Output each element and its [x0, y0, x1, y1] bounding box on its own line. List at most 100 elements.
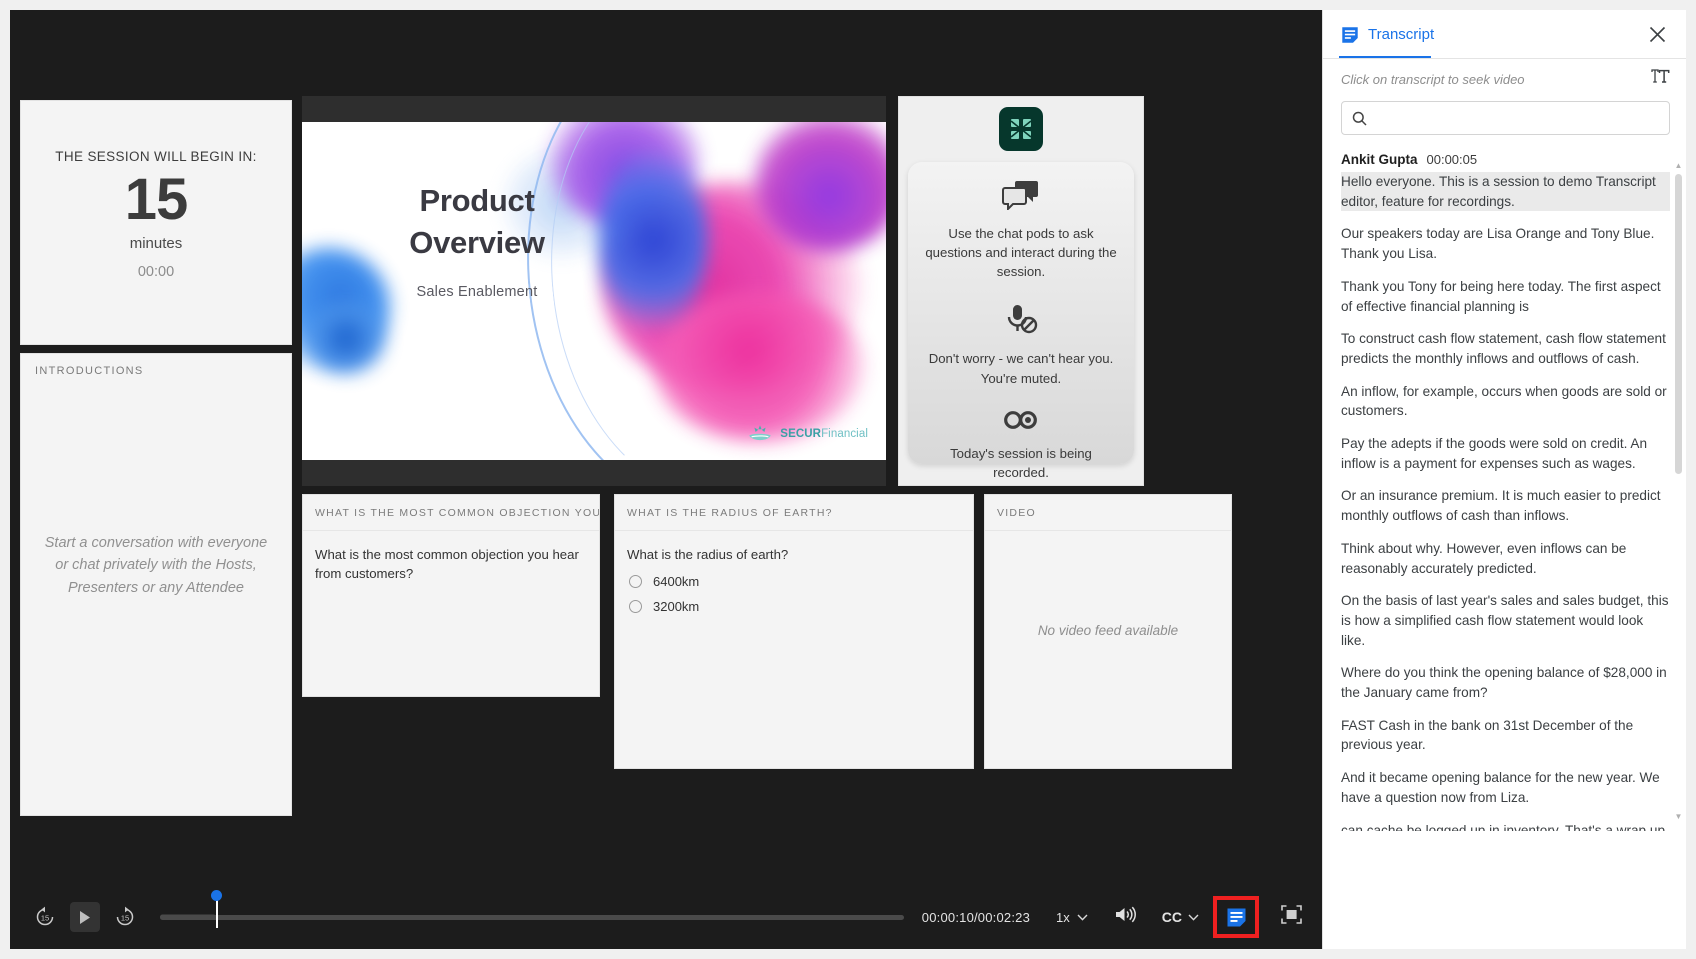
text-format-icon[interactable]	[1651, 68, 1670, 90]
tab-transcript[interactable]: Transcript	[1341, 10, 1434, 59]
playhead-marker	[215, 898, 218, 928]
video-pod: VIDEO No video feed available	[984, 494, 1232, 769]
slide-share-pod: Product Overview Sales Enablement SECURF	[302, 96, 886, 486]
countdown-unit: minutes	[129, 234, 183, 252]
rewind-15-button[interactable]: 15	[32, 904, 58, 930]
fullscreen-icon	[1281, 905, 1302, 924]
scroll-down-arrow-icon[interactable]: ▼	[1674, 811, 1683, 821]
recording-icon	[1001, 410, 1041, 435]
toggle-transcript-button[interactable]	[1213, 896, 1259, 938]
info-text-chat: Use the chat pods to ask questions and i…	[925, 226, 1117, 280]
poll2-option-2[interactable]: 3200km	[615, 589, 973, 614]
info-text-recording: Today's session is being recorded.	[950, 445, 1092, 480]
transcript-cue[interactable]: Pay the adepts if the goods were sold on…	[1341, 434, 1670, 473]
transcript-scrollbar[interactable]: ▲ ▼	[1674, 160, 1683, 821]
video-pod-header: VIDEO	[985, 495, 1231, 531]
speaker-name: Ankit Gupta	[1341, 152, 1418, 167]
svg-text:15: 15	[121, 914, 129, 923]
countdown-number: 15	[124, 167, 189, 232]
transcript-cue[interactable]: Hello everyone. This is a session to dem…	[1341, 172, 1670, 212]
scroll-up-arrow-icon[interactable]: ▲	[1674, 160, 1683, 170]
chat-empty-message: Start a conversation with everyone or ch…	[44, 535, 268, 596]
transcript-cue[interactable]: Where do you think the opening balance o…	[1341, 663, 1670, 702]
speaker-timestamp: 00:00:05	[1426, 152, 1478, 167]
fullscreen-button[interactable]	[1281, 905, 1302, 929]
radio-button-icon[interactable]	[629, 600, 642, 614]
info-block-recording: Today's session is being recorded.	[908, 410, 1134, 482]
progress-track[interactable]	[160, 914, 904, 920]
transcript-icon	[1342, 26, 1358, 43]
microphone-muted-icon	[1002, 303, 1040, 340]
ink-blue-left-2	[306, 304, 386, 374]
session-info-pod: Use the chat pods to ask questions and i…	[898, 96, 1144, 486]
poll2-option-1[interactable]: 6400km	[615, 564, 973, 589]
time-display: 00:00:10/00:02:23	[921, 909, 1031, 925]
chevron-down-icon	[1077, 914, 1088, 921]
session-info-card: Use the chat pods to ask questions and i…	[908, 162, 1134, 480]
transcript-cue[interactable]: To construct cash flow statement, cash f…	[1341, 329, 1670, 368]
close-icon	[1649, 26, 1665, 43]
transcript-cue[interactable]: Think about why. However, even inflows c…	[1341, 539, 1670, 578]
video-empty-message: No video feed available	[1037, 623, 1179, 638]
search-icon	[1352, 111, 1367, 126]
svg-text:15: 15	[41, 914, 49, 923]
poll-pod-objection: WHAT IS THE MOST COMMON OBJECTION YOU HE…	[302, 494, 600, 697]
radio-button-icon[interactable]	[629, 575, 642, 589]
poll-pod-radius: WHAT IS THE RADIUS OF EARTH? What is the…	[614, 494, 974, 769]
progress-bar[interactable]	[160, 890, 904, 932]
playhead-handle[interactable]	[211, 890, 223, 901]
chat-bubbles-icon	[1002, 180, 1040, 215]
chat-pod: INTRODUCTIONS Start a conversation with …	[20, 353, 292, 816]
volume-icon	[1115, 906, 1136, 923]
transcript-search-box[interactable]	[1341, 101, 1670, 135]
slide-bottom-bar	[302, 460, 886, 486]
transcript-cue[interactable]: And it became opening balance for the ne…	[1341, 768, 1670, 807]
playback-speed-selector[interactable]: 1x	[1056, 910, 1088, 925]
transcript-cue[interactable]: FAST Cash in the bank on 31st December o…	[1341, 716, 1670, 755]
info-block-mute: Don't worry - we can't hear you. You're …	[908, 303, 1134, 387]
progress-fill	[160, 914, 216, 920]
forward-15-button[interactable]: 15	[112, 904, 138, 930]
poll2-option-1-label: 6400km	[653, 574, 700, 590]
poll1-question: What is the most common objection you he…	[315, 547, 579, 582]
transcript-cue[interactable]: can cache be logged up in inventory. Tha…	[1341, 821, 1670, 831]
meeting-stage: THE SESSION WILL BEGIN IN: 15 minutes 00…	[10, 88, 1322, 828]
countdown-clock: 00:00	[137, 263, 175, 280]
info-text-mute: Don't worry - we can't hear you. You're …	[928, 351, 1114, 386]
poll2-header: WHAT IS THE RADIUS OF EARTH?	[615, 495, 973, 531]
poll2-question: What is the radius of earth?	[627, 547, 789, 562]
closed-captions-selector[interactable]: CC	[1162, 909, 1199, 925]
play-icon	[80, 910, 90, 924]
close-panel-button[interactable]	[1642, 20, 1672, 50]
leaf-logo-icon	[749, 425, 772, 441]
secur-financial-wordmark: SECURFinancial	[780, 428, 868, 440]
transcript-cue[interactable]: Thank you Tony for being here today. The…	[1341, 277, 1670, 316]
secur-financial-logo: SECURFinancial	[747, 424, 868, 444]
scrollbar-thumb[interactable]	[1675, 174, 1682, 474]
countdown-pod: THE SESSION WILL BEGIN IN: 15 minutes 00…	[20, 100, 292, 345]
header-divider	[1323, 58, 1686, 59]
playback-speed-label: 1x	[1056, 909, 1070, 925]
chat-pod-title: INTRODUCTIONS	[35, 365, 144, 377]
countdown-label: THE SESSION WILL BEGIN IN:	[55, 149, 257, 164]
transcript-cue[interactable]: On the basis of last year's sales and sa…	[1341, 591, 1670, 650]
transcript-panel-header: Transcript	[1323, 10, 1686, 59]
play-button[interactable]	[70, 902, 100, 932]
countdown-content: THE SESSION WILL BEGIN IN: 15 minutes 00…	[21, 149, 291, 280]
tab-transcript-label: Transcript	[1368, 26, 1435, 43]
poll2-option-2-label: 3200km	[653, 599, 700, 615]
left-pod-column: THE SESSION WILL BEGIN IN: 15 minutes 00…	[20, 100, 292, 816]
transcript-icon	[1227, 908, 1245, 926]
slide-title-line1: Product	[419, 183, 535, 218]
transcript-cue[interactable]: An inflow, for example, occurs when good…	[1341, 382, 1670, 421]
volume-button[interactable]	[1114, 905, 1136, 929]
transcript-search-input[interactable]	[1375, 102, 1659, 134]
app-logo-icon	[999, 107, 1043, 151]
slide-subtitle: Sales Enablement	[416, 283, 538, 300]
transcript-cue[interactable]: Our speakers today are Lisa Orange and T…	[1341, 224, 1670, 263]
video-player: THE SESSION WILL BEGIN IN: 15 minutes 00…	[10, 10, 1322, 949]
transcript-speaker-row: Ankit Gupta 00:00:05	[1341, 152, 1670, 167]
edit-text-icon	[1651, 69, 1670, 83]
transcript-cue-list[interactable]: Ankit Gupta 00:00:05 Hello everyone. Thi…	[1323, 152, 1686, 831]
transcript-cue[interactable]: Or an insurance premium. It is much easi…	[1341, 486, 1670, 525]
